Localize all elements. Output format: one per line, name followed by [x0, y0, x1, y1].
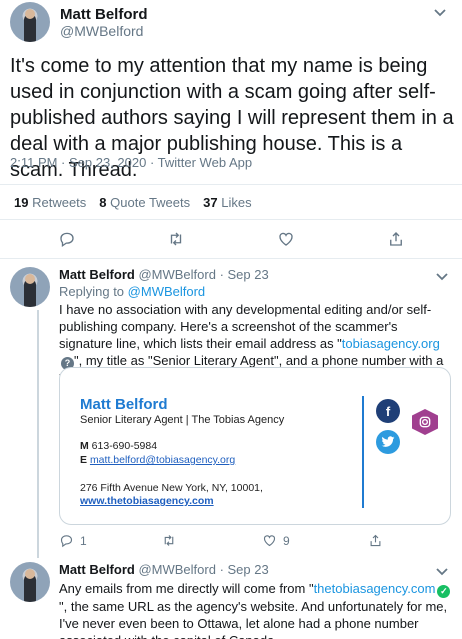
avatar[interactable]: [10, 267, 50, 307]
facebook-icon: f: [376, 399, 400, 423]
divider: [0, 184, 462, 185]
tweet-timestamp[interactable]: 2:11 PM · Sep 23, 2020 · Twitter Web App: [10, 155, 252, 170]
author-name[interactable]: Matt Belford: [59, 562, 135, 577]
retweets-count: 19: [14, 195, 29, 210]
retweets-stat[interactable]: 19 Retweets: [14, 195, 86, 210]
divider: [0, 258, 462, 259]
signature-image[interactable]: Matt Belford Senior Literary Agent | The…: [59, 367, 451, 525]
instagram-icon: [412, 409, 438, 435]
like-icon: [263, 535, 276, 547]
tweet-stats: 19 Retweets 8 Quote Tweets 37 Likes: [14, 195, 252, 210]
author-name[interactable]: Matt Belford: [59, 267, 135, 282]
author-handle-date[interactable]: @MWBelford · Sep 23: [138, 562, 268, 577]
likes-stat[interactable]: 37 Likes: [203, 195, 251, 210]
retweet-icon: [164, 535, 174, 546]
replying-handle-link[interactable]: @MWBelford: [128, 284, 206, 299]
reply-header: Matt Belford @MWBelford · Sep 23: [59, 562, 269, 577]
signature-website: www.thetobiasagency.com: [80, 495, 214, 507]
like-button[interactable]: [277, 230, 295, 248]
email-address: matt.belford@tobiasagency.org: [89, 454, 236, 466]
reply-text: Any emails from me directly will come fr…: [59, 580, 454, 639]
signature-email: E matt.belford@tobiasagency.org: [80, 454, 235, 466]
reply-header: Matt Belford @MWBelford · Sep 23: [59, 267, 269, 282]
likes-label: Likes: [221, 195, 252, 210]
quotes-label: Quote Tweets: [110, 195, 191, 210]
retweet-button[interactable]: [166, 230, 186, 248]
verified-check-icon: ✓: [437, 585, 451, 598]
share-button[interactable]: [387, 230, 405, 248]
author-name[interactable]: Matt Belford: [60, 6, 148, 23]
avatar-head: [25, 274, 35, 284]
avatar[interactable]: [10, 2, 50, 42]
like-count: 9: [283, 533, 290, 548]
reply-button[interactable]: [58, 230, 76, 248]
twitter-icon: [376, 430, 400, 454]
reply-count: 1: [80, 533, 87, 548]
reply-text-part: Any emails from me directly will come fr…: [59, 581, 314, 596]
like-icon: [279, 232, 293, 246]
more-icon[interactable]: [432, 269, 452, 285]
likes-count: 37: [203, 195, 218, 210]
quotes-stat[interactable]: 8 Quote Tweets: [99, 195, 190, 210]
signature-address: 276 Fifth Avenue New York, NY, 10001,: [80, 482, 263, 494]
avatar-head: [25, 569, 35, 579]
more-icon[interactable]: [430, 4, 450, 20]
reply-icon: [60, 232, 74, 248]
retweets-label: Retweets: [32, 195, 87, 210]
share-button[interactable]: [368, 533, 383, 548]
thread-line: [37, 310, 39, 558]
email-prefix: E: [80, 454, 88, 466]
like-button[interactable]: 9: [262, 533, 290, 548]
phone-prefix: M: [80, 440, 89, 452]
thetobiasagency-link[interactable]: thetobiasagency.com: [314, 581, 436, 596]
reply-icon: [60, 535, 73, 548]
author-handle[interactable]: @MWBelford: [60, 23, 143, 39]
retweet-button[interactable]: [161, 533, 177, 548]
signature-divider: [362, 396, 364, 508]
phone-number: 613-690-5984: [91, 440, 158, 452]
signature-title: Senior Literary Agent | The Tobias Agenc…: [80, 414, 285, 426]
more-icon[interactable]: [432, 564, 452, 580]
author-handle-date[interactable]: @MWBelford · Sep 23: [138, 267, 268, 282]
replying-to: Replying to @MWBelford: [59, 284, 205, 299]
share-icon: [370, 534, 381, 547]
avatar-head: [25, 9, 35, 19]
reply-button[interactable]: 1: [59, 533, 87, 548]
retweet-icon: [170, 232, 182, 246]
quotes-count: 8: [99, 195, 107, 210]
replying-prefix: Replying to: [59, 284, 125, 299]
signature-phone: M 613-690-5984: [80, 440, 157, 452]
avatar[interactable]: [10, 562, 50, 602]
share-icon: [390, 232, 402, 246]
divider: [0, 219, 462, 220]
reply-text-part: ", the same URL as the agency's website.…: [59, 599, 448, 639]
signature-name: Matt Belford: [80, 396, 168, 413]
tobiasagency-link[interactable]: tobiasagency.org: [342, 336, 440, 351]
